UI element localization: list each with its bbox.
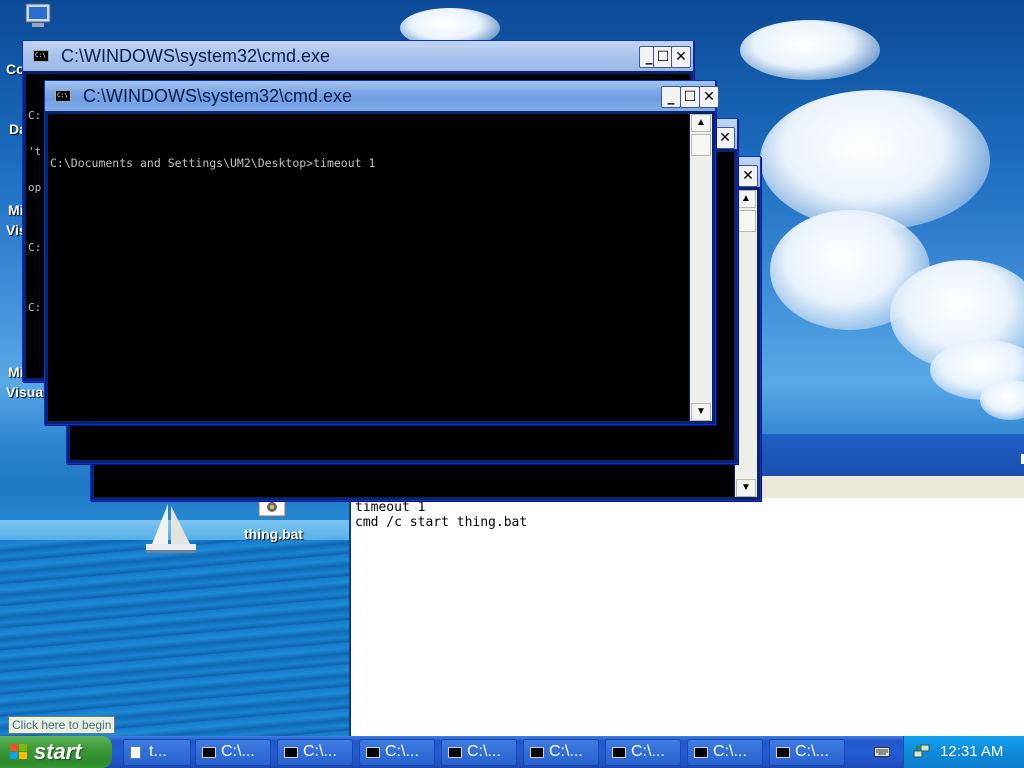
thing-bat-label[interactable]: thing.bat [244, 526, 303, 542]
cloud [980, 380, 1024, 420]
taskbar-button-label: C:\... [385, 743, 419, 760]
start-label: start [34, 739, 82, 764]
taskbar-button[interactable]: C:\... [605, 739, 681, 766]
windows-flag-icon [10, 744, 28, 760]
desktop-icon-label[interactable]: Visua [6, 384, 43, 400]
window-title: C:\WINDOWS\system32\cmd.exe [61, 46, 331, 66]
notepad-text[interactable]: timeout 1 cmd /c start thing.bat [355, 500, 527, 530]
cmd-icon: C:\ [55, 90, 71, 102]
taskbar-button-label: C:\... [549, 743, 583, 760]
cloud [740, 20, 880, 80]
cmd-icon: C:\ [33, 50, 49, 62]
taskbar-button[interactable]: C:\... [523, 739, 599, 766]
notepad-icon [130, 746, 141, 759]
taskbar-button[interactable]: t... [123, 739, 191, 766]
keyboard-icon[interactable] [874, 747, 890, 757]
taskbar-button-label: C:\... [795, 743, 829, 760]
taskbar: start t... C:\... C:\... C:\... C:\... C… [0, 736, 1024, 768]
taskbar-button-label: C:\... [467, 743, 501, 760]
network-icon[interactable] [913, 742, 931, 760]
close-button[interactable]: ✕ [671, 46, 691, 68]
taskbar-button-label: C:\... [303, 743, 337, 760]
taskbar-button[interactable]: C:\... [277, 739, 353, 766]
start-button[interactable]: start [0, 736, 112, 768]
sailboat-image [146, 504, 196, 553]
scroll-down-arrow[interactable]: ▼ [736, 479, 756, 497]
maximize-button[interactable]: ☐ [653, 46, 673, 68]
cloud [760, 90, 990, 230]
close-button[interactable]: ✕ [699, 86, 719, 108]
taskbar-button-label: C:\... [631, 743, 665, 760]
notepad-line: cmd /c start thing.bat [355, 515, 528, 530]
scroll-thumb[interactable] [736, 210, 756, 232]
console-line: C:\Documents and Settings\UM2\Desktop>ti… [50, 156, 376, 170]
taskbar-button-label: t... [149, 743, 167, 760]
start-tooltip: Click here to begin [8, 716, 116, 734]
taskbar-button[interactable]: C:\... [687, 739, 763, 766]
cmd-icon [694, 747, 708, 758]
scroll-up-arrow[interactable]: ▲ [736, 190, 756, 208]
cmd-icon [366, 747, 380, 758]
cmd-icon [530, 747, 544, 758]
taskbar-button[interactable]: C:\... [195, 739, 271, 766]
taskbar-button[interactable]: C:\... [769, 739, 845, 766]
clock[interactable]: 12:31 AM [940, 743, 1003, 760]
maximize-button[interactable]: ☐ [680, 86, 700, 108]
cmd-icon [448, 747, 462, 758]
taskbar-button-label: C:\... [713, 743, 747, 760]
close-button[interactable]: ✕ [715, 127, 735, 149]
scroll-up-arrow[interactable]: ▲ [691, 114, 711, 132]
notepad-line: timeout 1 [355, 500, 426, 515]
cmd-window-front-titlebar[interactable]: C:\ C:\WINDOWS\system32\cmd.exe [45, 81, 715, 111]
scroll-down-arrow[interactable]: ▼ [691, 403, 711, 421]
cmd-icon [202, 747, 216, 758]
vertical-scrollbar[interactable]: ▲ ▼ [735, 190, 757, 497]
cmd-icon [612, 747, 626, 758]
taskbar-button[interactable]: C:\... [441, 739, 517, 766]
vertical-scrollbar[interactable]: ▲ ▼ [690, 114, 712, 421]
minimize-button[interactable]: _ [661, 86, 681, 108]
taskbar-button-label: C:\... [221, 743, 255, 760]
my-computer-icon[interactable] [22, 2, 56, 32]
cmd-icon [284, 747, 298, 758]
taskbar-button[interactable]: C:\... [359, 739, 435, 766]
cmd-window-back-titlebar[interactable]: C:\ C:\WINDOWS\system32\cmd.exe [23, 41, 693, 71]
cmd-icon [776, 747, 790, 758]
system-tray: 12:31 AM [903, 736, 1024, 768]
scroll-thumb[interactable] [691, 134, 711, 156]
window-title: C:\WINDOWS\system32\cmd.exe [83, 86, 353, 106]
cmd-console-front[interactable]: C:\Documents and Settings\UM2\Desktop>ti… [48, 114, 689, 421]
close-button[interactable]: ✕ [738, 165, 758, 187]
cmd-window-front[interactable]: C:\ C:\WINDOWS\system32\cmd.exe _ ☐ ✕ C:… [44, 80, 719, 425]
